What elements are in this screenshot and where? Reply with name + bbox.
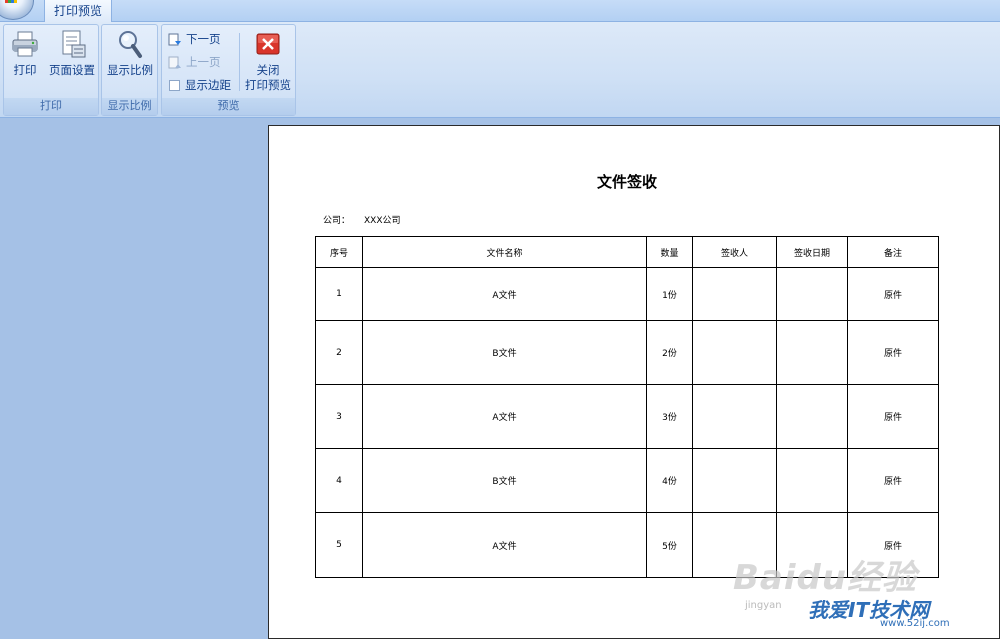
table-cell: 原件 — [847, 448, 939, 513]
close-label-line2: 打印预览 — [245, 78, 291, 92]
table-cell: 原件 — [847, 384, 939, 449]
table-row: 2 B文件 2份 原件 — [315, 320, 939, 385]
next-page-label: 下一页 — [186, 32, 221, 46]
header-cell: 序号 — [315, 236, 363, 268]
table-cell: 4份 — [646, 448, 693, 513]
company-line: 公司： XXX公司 — [323, 213, 415, 226]
header-cell: 数量 — [646, 236, 693, 268]
next-page-button[interactable]: 下一页 — [168, 29, 221, 49]
table-cell: 1份 — [646, 267, 693, 321]
table-cell — [692, 384, 777, 449]
table-cell — [776, 512, 848, 578]
table-cell: A文件 — [362, 267, 647, 321]
prev-page-button[interactable]: 上一页 — [168, 52, 221, 72]
table-cell — [692, 512, 777, 578]
next-page-icon — [168, 33, 181, 45]
print-label: 打印 — [13, 63, 37, 77]
preview-page[interactable]: 文件签收 公司： XXX公司 序号 文件名称 数量 签收人 签收日期 备注 1 A… — [268, 125, 1000, 639]
prev-page-icon — [168, 56, 181, 68]
zoom-button[interactable]: 显示比例 — [106, 29, 154, 78]
table-cell: 原件 — [847, 267, 939, 321]
page-setup-icon — [62, 30, 86, 58]
office-logo-icon — [5, 0, 17, 3]
group-preview: 下一页 上一页 显示边距 关闭 打印预览 预览 — [161, 24, 296, 116]
table-cell — [776, 384, 848, 449]
table-cell: 4 — [315, 448, 363, 513]
group-zoom-label: 显示比例 — [102, 98, 157, 115]
table-cell — [692, 448, 777, 513]
table-cell: 3 — [315, 384, 363, 449]
page-setup-label: 页面设置 — [49, 63, 95, 77]
table-row: 5 A文件 5份 原件 — [315, 512, 939, 578]
table-cell: 2 — [315, 320, 363, 385]
table-cell: 1 — [315, 267, 363, 321]
ribbon: 打印 页面设置 打印 显示比例 显示比例 下一页 上一页 显示边距 关闭 打印预… — [0, 22, 1000, 118]
table-header-row: 序号 文件名称 数量 签收人 签收日期 备注 — [315, 236, 939, 268]
printer-icon — [12, 31, 38, 57]
print-button[interactable]: 打印 — [9, 29, 41, 78]
group-preview-label: 预览 — [162, 98, 295, 115]
header-cell: 签收人 — [692, 236, 777, 268]
close-icon — [256, 33, 280, 55]
show-margins-label: 显示边距 — [185, 78, 231, 92]
ribbon-tab-bar: 打印预览 — [0, 0, 1000, 23]
office-button[interactable] — [0, 0, 34, 20]
group-zoom: 显示比例 显示比例 — [101, 24, 158, 116]
company-label: 公司： — [323, 216, 351, 226]
table-cell: B文件 — [362, 320, 647, 385]
table-cell — [776, 267, 848, 321]
close-label-line1: 关闭 — [256, 63, 280, 77]
table-cell: 2份 — [646, 320, 693, 385]
table-cell: 原件 — [847, 512, 939, 578]
header-cell: 签收日期 — [776, 236, 848, 268]
table-cell — [692, 267, 777, 321]
company-value: XXX公司 — [364, 216, 401, 226]
magnifier-icon — [119, 31, 142, 58]
close-preview-button[interactable]: 关闭 打印预览 — [242, 29, 294, 93]
table-row: 4 B文件 4份 原件 — [315, 448, 939, 513]
sign-off-table: 序号 文件名称 数量 签收人 签收日期 备注 1 A文件 1份 原件 2 B文件… — [315, 236, 939, 578]
group-print: 打印 页面设置 打印 — [3, 24, 99, 116]
table-cell — [692, 320, 777, 385]
table-cell: A文件 — [362, 512, 647, 578]
table-row: 1 A文件 1份 原件 — [315, 267, 939, 321]
page-setup-button[interactable]: 页面设置 — [47, 29, 97, 78]
header-cell: 文件名称 — [362, 236, 647, 268]
zoom-label: 显示比例 — [107, 63, 153, 77]
table-cell: A文件 — [362, 384, 647, 449]
table-cell — [776, 448, 848, 513]
table-cell — [776, 320, 848, 385]
document-title: 文件签收 — [596, 173, 657, 191]
prev-page-label: 上一页 — [186, 55, 221, 69]
table-cell: 5 — [315, 512, 363, 578]
checkbox-box[interactable] — [169, 80, 180, 91]
tab-print-preview[interactable]: 打印预览 — [44, 0, 112, 23]
header-cell: 备注 — [847, 236, 939, 268]
table-cell: B文件 — [362, 448, 647, 513]
table-cell: 5份 — [646, 512, 693, 578]
table-cell: 原件 — [847, 320, 939, 385]
table-cell: 3份 — [646, 384, 693, 449]
show-margins-checkbox[interactable]: 显示边距 — [168, 75, 231, 95]
group-separator — [239, 33, 240, 91]
table-row: 3 A文件 3份 原件 — [315, 384, 939, 449]
group-print-label: 打印 — [4, 98, 98, 115]
